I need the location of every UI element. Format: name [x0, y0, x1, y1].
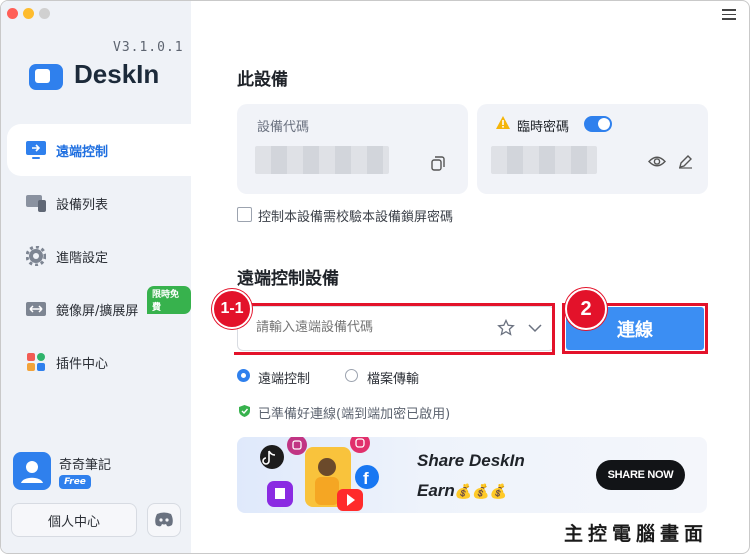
svg-text:f: f: [363, 469, 369, 488]
gear-icon: [25, 245, 47, 267]
sidebar-item-device-list[interactable]: 設備列表: [1, 177, 191, 229]
share-banner[interactable]: f Share DeskIn Earn💰💰💰 SHARE NOW: [237, 437, 707, 513]
mirror-screen-icon: [25, 298, 47, 320]
user-name: 奇奇筆記: [59, 458, 112, 473]
sidebar: V3.1.0.1 DeskIn 遠端控制 設備列表 進階設定 鏡像屏/擴展屏 限…: [1, 1, 191, 553]
discord-icon: [155, 512, 173, 527]
this-device-title: 此設備: [237, 70, 288, 90]
monitor-remote-icon: [25, 139, 47, 161]
zoom-window-button[interactable]: [39, 8, 50, 19]
sidebar-item-remote-control[interactable]: 遠端控制: [7, 124, 191, 176]
close-window-button[interactable]: [7, 8, 18, 19]
sidebar-item-label: 插件中心: [56, 356, 109, 372]
remote-control-title: 遠端控制設備: [237, 269, 339, 289]
sidebar-item-label: 遠端控制: [56, 144, 109, 160]
verify-lock-label: 控制本設備需校驗本設備鎖屏密碼: [258, 210, 454, 225]
copy-icon[interactable]: [431, 156, 445, 171]
devices-icon: [25, 192, 47, 214]
sidebar-item-advanced-settings[interactable]: 進階設定: [1, 230, 191, 282]
temp-password-value-redacted: [491, 146, 597, 174]
radio-remote-control-label: 遠端控制: [258, 372, 311, 387]
minimize-window-button[interactable]: [23, 8, 34, 19]
banner-earn-label: Earn: [417, 481, 455, 500]
app-version: V3.1.0.1: [113, 40, 184, 55]
user-icon: [21, 461, 43, 483]
money-bag-icon: 💰💰💰: [454, 483, 508, 499]
temp-password-toggle[interactable]: [584, 116, 612, 132]
device-code-card: 設備代碼: [237, 104, 468, 194]
share-now-button[interactable]: SHARE NOW: [596, 460, 685, 490]
banner-earn: Earn💰💰💰: [417, 481, 507, 501]
step-2-badge: 2: [565, 288, 607, 330]
screen-caption: 主控電腦畫面: [564, 523, 709, 545]
deskin-logo-icon: [29, 64, 63, 90]
discord-button[interactable]: [147, 503, 181, 537]
plan-badge: Free: [59, 475, 91, 489]
plugin-grid-icon: [25, 351, 47, 373]
radio-file-transfer-label: 檔案傳輸: [367, 372, 420, 387]
device-code-label: 設備代碼: [257, 120, 310, 135]
eye-icon[interactable]: [648, 155, 666, 168]
sidebar-item-label: 進階設定: [56, 250, 109, 266]
personal-center-button[interactable]: 個人中心: [11, 503, 137, 537]
banner-title: Share DeskIn: [417, 451, 525, 470]
social-share-illustration-icon: f: [260, 437, 379, 511]
step-1-highlight-frame: [234, 303, 555, 355]
device-code-value-redacted: [255, 146, 389, 174]
hamburger-menu-icon[interactable]: [722, 9, 736, 23]
shield-check-icon: [239, 405, 250, 417]
limited-free-badge: 限時免費: [147, 286, 191, 314]
radio-remote-control[interactable]: [237, 369, 250, 382]
app-window: V3.1.0.1 DeskIn 遠端控制 設備列表 進階設定 鏡像屏/擴展屏 限…: [0, 0, 750, 554]
verify-lock-checkbox[interactable]: [237, 207, 252, 222]
temp-password-label: 臨時密碼: [517, 120, 570, 135]
sidebar-item-label: 設備列表: [56, 197, 109, 213]
edit-icon[interactable]: [678, 154, 693, 169]
step-1-badge: 1-1: [212, 289, 252, 329]
warning-icon: [496, 116, 510, 129]
avatar[interactable]: [13, 452, 51, 490]
brand-name: DeskIn: [74, 59, 160, 89]
sidebar-item-plugin-center[interactable]: 插件中心: [1, 336, 191, 388]
connection-status-text: 已準備好連線(端到端加密已啟用): [258, 407, 451, 422]
radio-file-transfer[interactable]: [345, 369, 358, 382]
sidebar-item-label: 鏡像屏/擴展屏: [56, 303, 139, 319]
